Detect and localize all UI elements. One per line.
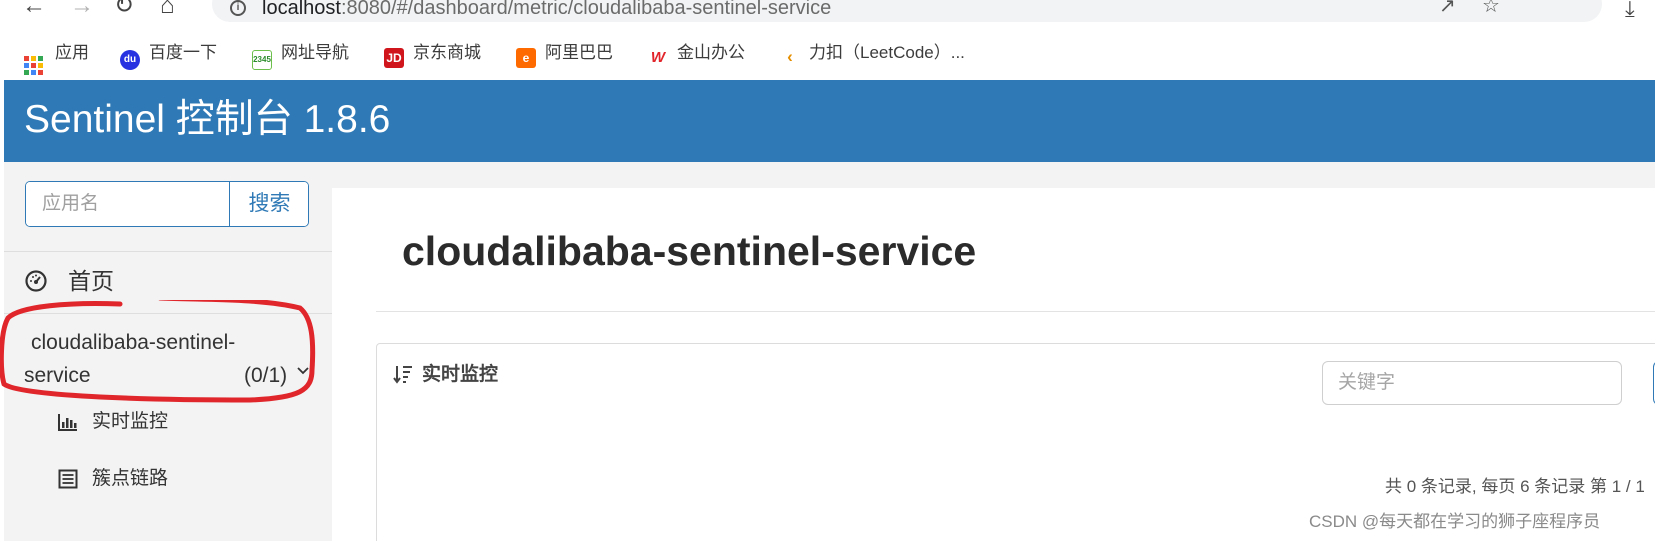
app-search-input[interactable]: [26, 182, 229, 226]
bookmark-label: 力扣（LeetCode）...: [809, 43, 965, 62]
bookmark-label: 百度一下: [149, 43, 217, 62]
divider: [4, 313, 332, 314]
url-host: localhost: [262, 0, 341, 19]
address-bar[interactable]: i localhost:8080/#/dashboard/metric/clou…: [212, 0, 1602, 22]
bookmark-label: 京东商城: [413, 43, 481, 62]
home-icon[interactable]: ⌂: [160, 0, 175, 18]
sidebar-item-label: 首页: [68, 268, 114, 294]
hao2345-icon: 2345: [252, 50, 272, 70]
star-icon[interactable]: ☆: [1482, 0, 1500, 16]
watermark: CSDN @每天都在学习的狮子座程序员: [1309, 512, 1601, 531]
sidebar-item-realtime-monitor[interactable]: 实时监控: [4, 398, 332, 446]
main-content: cloudalibaba-sentinel-service 实时监控 共 0 条…: [332, 162, 1655, 541]
wps-icon: W: [648, 48, 668, 68]
app-title[interactable]: Sentinel 控制台 1.8.6: [24, 96, 390, 144]
pagination-info: 共 0 条记录, 每页 6 条记录 第 1 / 1: [1385, 477, 1645, 496]
url-path: :8080/#/dashboard/metric/cloudalibaba-se…: [340, 0, 832, 19]
alibaba-icon: e: [516, 48, 536, 68]
sidebar-item-home[interactable]: 首页: [4, 251, 332, 313]
url-text[interactable]: localhost:8080/#/dashboard/metric/clouda…: [262, 0, 831, 18]
bookmark-label: 金山办公: [677, 43, 745, 62]
sidebar: 搜索 首页 cloudalibaba-sentinel- service (0/…: [4, 162, 332, 541]
bookmark-jd[interactable]: JD 京东商城: [384, 42, 481, 68]
browser-toolbar: ← → ↻ ⌂ i localhost:8080/#/dashboard/met…: [0, 0, 1655, 24]
site-info-icon[interactable]: i: [230, 0, 246, 16]
bookmark-apps[interactable]: 应用: [24, 42, 89, 75]
baidu-icon: du: [120, 50, 140, 70]
bookmark-hao2345[interactable]: 2345 网址导航: [252, 42, 349, 70]
forward-arrow-icon[interactable]: →: [70, 0, 94, 18]
panel-title: 实时监控: [422, 364, 499, 385]
sidebar-item-cluster-link[interactable]: 簇点链路: [4, 455, 332, 503]
apps-grid-icon: [24, 56, 43, 75]
bookmark-baidu[interactable]: du 百度一下: [120, 42, 217, 70]
sidebar-item-app[interactable]: cloudalibaba-sentinel- service (0/1): [4, 316, 332, 406]
sort-amount-icon: [393, 366, 412, 384]
share-icon[interactable]: ↗: [1439, 0, 1456, 16]
search-button[interactable]: 搜索: [229, 182, 308, 226]
chevron-down-icon[interactable]: [296, 364, 310, 378]
sidebar-item-label: 簇点链路: [92, 468, 169, 489]
app-name: cloudalibaba-sentinel-: [31, 331, 236, 354]
app-machine-count: (0/1): [244, 364, 288, 387]
app-header: Sentinel 控制台 1.8.6: [4, 80, 1655, 162]
list-icon: [58, 469, 78, 489]
bar-chart-icon: [58, 414, 77, 431]
reload-icon[interactable]: ↻: [114, 0, 134, 18]
leetcode-icon: ‹: [780, 47, 800, 67]
jd-icon: JD: [384, 48, 404, 68]
sidebar-item-label: 实时监控: [92, 411, 169, 432]
bookmark-leetcode[interactable]: ‹ 力扣（LeetCode）...: [780, 42, 965, 67]
download-icon[interactable]: ⤓: [1625, 0, 1635, 22]
bookmark-label: 网址导航: [281, 43, 349, 62]
bookmark-alibaba[interactable]: e 阿里巴巴: [516, 42, 613, 68]
divider: [376, 311, 1655, 312]
content-card: cloudalibaba-sentinel-service 实时监控 共 0 条…: [332, 188, 1655, 541]
bookmarks-bar: 应用 du 百度一下 2345 网址导航 JD 京东商城 e 阿里巴巴 W 金山办公 ‹ 力…: [0, 34, 1655, 75]
app-name-continued: service: [24, 364, 91, 387]
page-title: cloudalibaba-sentinel-service: [402, 228, 977, 274]
bookmark-label: 应用: [55, 43, 89, 62]
bookmark-wps[interactable]: W 金山办公: [648, 42, 745, 68]
back-arrow-icon[interactable]: ←: [22, 0, 46, 18]
dashboard-icon: [25, 270, 47, 292]
app-search: 搜索: [25, 181, 309, 227]
keyword-search-input[interactable]: [1322, 361, 1622, 405]
bookmark-label: 阿里巴巴: [545, 43, 613, 62]
